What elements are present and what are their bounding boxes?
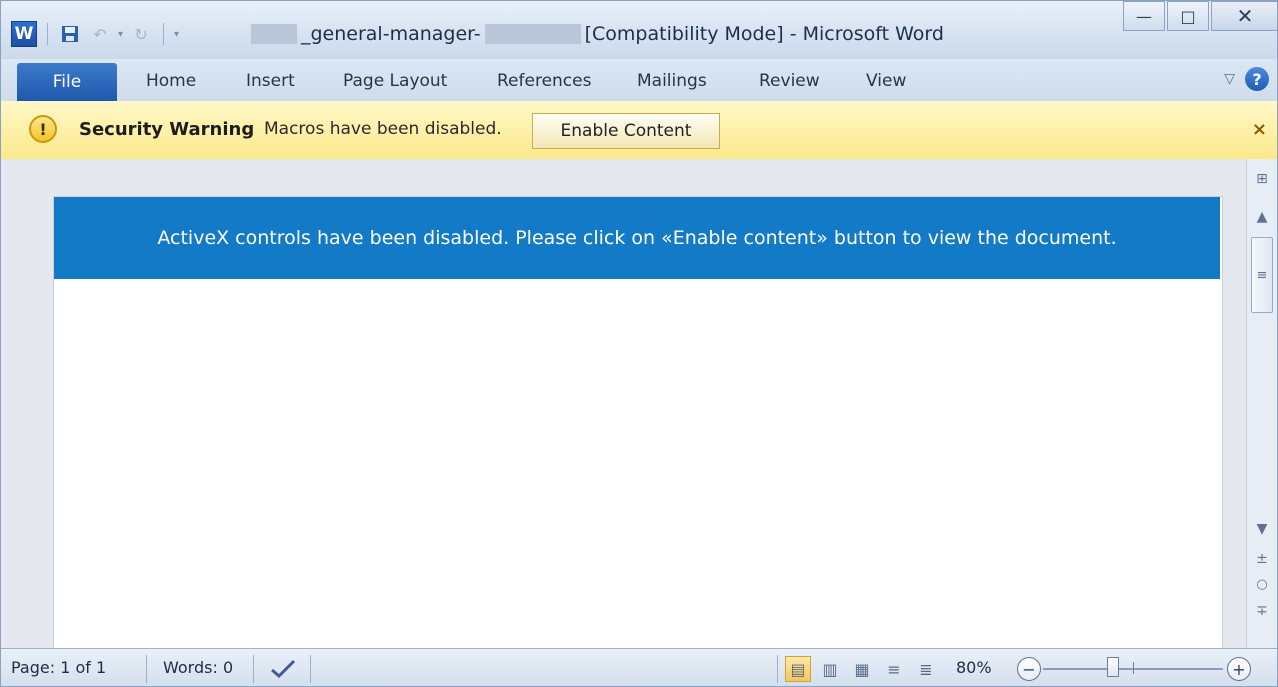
web-layout-icon[interactable]: ▦ bbox=[849, 656, 875, 682]
status-divider bbox=[777, 655, 778, 683]
window-title: _general-manager- [Compatibility Mode] -… bbox=[251, 19, 944, 49]
print-layout-view-icon[interactable]: ▤ bbox=[785, 656, 811, 682]
ribbon-right-controls: ▽ ? bbox=[1224, 67, 1269, 91]
document-area: ActiveX controls have been disabled. Ple… bbox=[1, 159, 1249, 657]
zoom-in-button[interactable]: + bbox=[1227, 657, 1251, 681]
warning-shield-icon: ! bbox=[29, 115, 57, 143]
security-warning-message: Macros have been disabled. bbox=[264, 119, 502, 139]
redacted-block bbox=[251, 24, 297, 44]
page-count[interactable]: Page: 1 of 1 bbox=[11, 658, 106, 677]
redo-icon[interactable]: ↻ bbox=[129, 22, 153, 46]
minimize-ribbon-icon[interactable]: ▽ bbox=[1224, 71, 1235, 87]
tab-references[interactable]: References bbox=[497, 69, 591, 93]
quick-access-toolbar: W ↶ ▾ ↻ ▾ bbox=[11, 19, 179, 49]
zoom-100-tick bbox=[1133, 662, 1134, 674]
tab-insert[interactable]: Insert bbox=[246, 69, 295, 93]
word-logo-icon[interactable]: W bbox=[11, 21, 37, 47]
status-bar: Page: 1 of 1 Words: 0 ▤ ▥ ▦ ≡ ≣ 80% − + bbox=[1, 648, 1277, 686]
tab-review[interactable]: Review bbox=[759, 69, 820, 93]
save-icon[interactable] bbox=[58, 22, 82, 46]
document-page[interactable]: ActiveX controls have been disabled. Ple… bbox=[53, 196, 1223, 657]
tab-home[interactable]: Home bbox=[146, 69, 196, 93]
title-mode: [Compatibility Mode] - Microsoft Word bbox=[584, 23, 944, 45]
undo-icon[interactable]: ↶ bbox=[88, 22, 112, 46]
previous-page-icon[interactable]: ± bbox=[1247, 551, 1277, 567]
zoom-out-button[interactable]: − bbox=[1017, 657, 1041, 681]
view-ruler-icon[interactable]: ⊞ bbox=[1247, 171, 1277, 187]
next-page-icon[interactable]: ∓ bbox=[1247, 603, 1277, 619]
status-divider bbox=[146, 655, 147, 683]
tab-file[interactable]: File bbox=[17, 63, 117, 101]
tab-mailings[interactable]: Mailings bbox=[637, 69, 707, 93]
browse-object-icon[interactable]: ○ bbox=[1247, 577, 1277, 592]
activex-banner: ActiveX controls have been disabled. Ple… bbox=[54, 197, 1220, 279]
banner-text: ActiveX controls have been disabled. Ple… bbox=[157, 227, 1117, 249]
ribbon-tabs: File Home Insert Page Layout References … bbox=[1, 59, 1277, 102]
maximize-button[interactable]: □ bbox=[1167, 1, 1209, 31]
word-count[interactable]: Words: 0 bbox=[163, 658, 233, 677]
security-warning-bar: ! Security Warning Macros have been disa… bbox=[1, 101, 1277, 160]
qat-separator bbox=[47, 23, 48, 45]
zoom-slider-thumb[interactable] bbox=[1107, 657, 1119, 677]
word-window: W ↶ ▾ ↻ ▾ _general-manager- [Compatibili… bbox=[0, 0, 1278, 687]
outline-view-icon[interactable]: ≡ bbox=[881, 656, 907, 682]
status-divider bbox=[310, 655, 311, 683]
enable-content-button[interactable]: Enable Content bbox=[532, 113, 720, 149]
scroll-down-icon[interactable]: ▼ bbox=[1247, 521, 1277, 537]
qat-separator bbox=[163, 23, 165, 45]
scroll-thumb[interactable]: ≡ bbox=[1251, 237, 1273, 313]
title-bar: W ↶ ▾ ↻ ▾ _general-manager- [Compatibili… bbox=[1, 1, 1277, 59]
proofing-check-icon[interactable] bbox=[269, 655, 297, 683]
status-divider bbox=[253, 655, 254, 683]
close-security-bar-icon[interactable]: × bbox=[1252, 119, 1267, 140]
zoom-level[interactable]: 80% bbox=[956, 658, 992, 677]
customize-qat-icon[interactable]: ▾ bbox=[174, 29, 179, 40]
undo-dropdown-icon[interactable]: ▾ bbox=[118, 29, 123, 40]
scroll-up-icon[interactable]: ▲ bbox=[1247, 209, 1277, 225]
security-warning-title: Security Warning bbox=[79, 119, 255, 140]
redacted-block bbox=[484, 24, 581, 44]
draft-view-icon[interactable]: ≣ bbox=[913, 656, 939, 682]
title-filename: _general-manager- bbox=[301, 23, 481, 45]
full-screen-reading-icon[interactable]: ▥ bbox=[817, 656, 843, 682]
tab-view[interactable]: View bbox=[866, 69, 906, 93]
window-controls: — □ ✕ bbox=[1123, 1, 1277, 31]
help-icon[interactable]: ? bbox=[1245, 67, 1269, 91]
tab-page-layout[interactable]: Page Layout bbox=[343, 69, 447, 93]
close-button[interactable]: ✕ bbox=[1211, 1, 1277, 31]
minimize-button[interactable]: — bbox=[1123, 1, 1165, 31]
vertical-scrollbar[interactable]: ⊞ ▲ ≡ ▼ ± ○ ∓ bbox=[1246, 159, 1277, 648]
